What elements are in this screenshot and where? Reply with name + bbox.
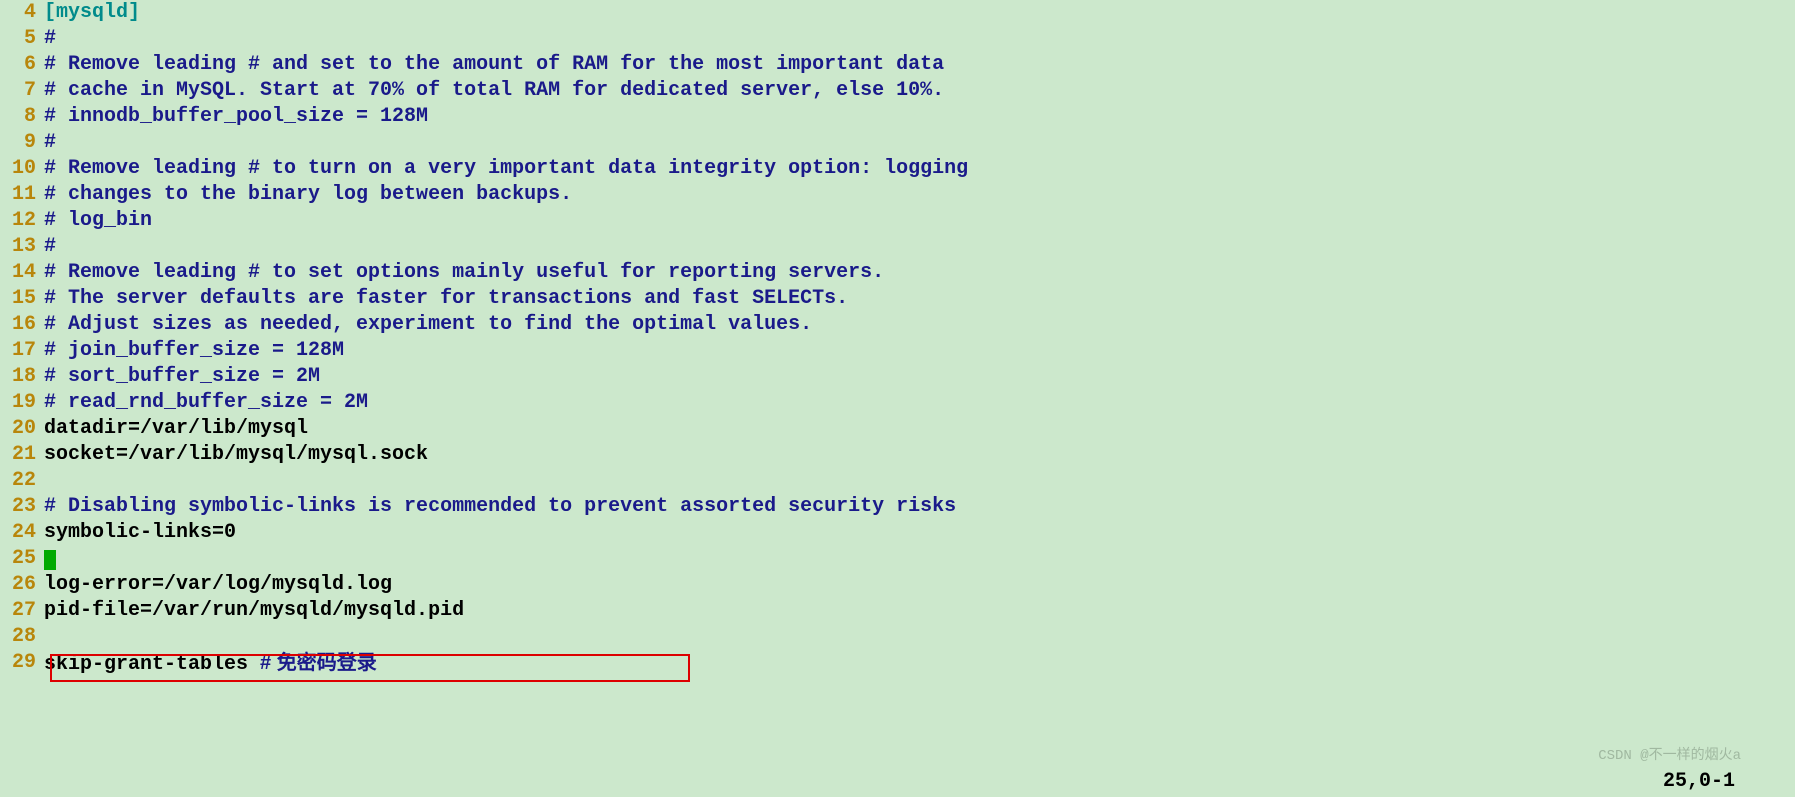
line-content: symbolic-links=0 bbox=[44, 520, 236, 546]
line-content: # sort_buffer_size = 2M bbox=[44, 364, 1795, 390]
code-line[interactable]: 9# bbox=[0, 130, 1795, 156]
line-content: # changes to the binary log between back… bbox=[44, 182, 1795, 208]
line-content: # bbox=[44, 130, 1795, 156]
line-number: 9 bbox=[0, 130, 44, 156]
line-number: 12 bbox=[0, 208, 44, 234]
code-line[interactable]: 28 bbox=[0, 624, 1795, 650]
line-number: 15 bbox=[0, 286, 44, 312]
line-number: 21 bbox=[0, 442, 44, 468]
line-number: 23 bbox=[0, 494, 44, 520]
code-line[interactable]: 16# Adjust sizes as needed, experiment t… bbox=[0, 312, 1795, 338]
line-content: # Remove leading # to set options mainly… bbox=[44, 260, 1795, 286]
code-line[interactable]: 17# join_buffer_size = 128M bbox=[0, 338, 1795, 364]
line-content: # cache in MySQL. Start at 70% of total … bbox=[44, 78, 1795, 104]
line-content: # Disabling symbolic-links is recommende… bbox=[44, 494, 1795, 520]
line-content: # Adjust sizes as needed, experiment to … bbox=[44, 312, 1795, 338]
line-content: pid-file=/var/run/mysqld/mysqld.pid bbox=[44, 598, 464, 624]
line-content: # Remove leading # to turn on a very imp… bbox=[44, 156, 1795, 182]
line-content: # join_buffer_size = 128M bbox=[44, 338, 1795, 364]
line-content: # innodb_buffer_pool_size = 128M bbox=[44, 104, 1795, 130]
line-number: 19 bbox=[0, 390, 44, 416]
line-content: # bbox=[44, 26, 1795, 52]
code-line[interactable]: 18# sort_buffer_size = 2M bbox=[0, 364, 1795, 390]
line-content: log-error=/var/log/mysqld.log bbox=[44, 572, 392, 598]
code-line[interactable]: 25 bbox=[0, 546, 1795, 572]
code-line[interactable]: 6# Remove leading # and set to the amoun… bbox=[0, 52, 1795, 78]
line-number: 6 bbox=[0, 52, 44, 78]
line-number: 10 bbox=[0, 156, 44, 182]
line-content bbox=[44, 546, 56, 572]
code-line[interactable]: 10# Remove leading # to turn on a very i… bbox=[0, 156, 1795, 182]
code-line[interactable]: 13# bbox=[0, 234, 1795, 260]
line-number: 26 bbox=[0, 572, 44, 598]
line-number: 4 bbox=[0, 0, 44, 26]
line-number: 27 bbox=[0, 598, 44, 624]
code-line[interactable]: 24symbolic-links=0 bbox=[0, 520, 1795, 546]
line-number: 5 bbox=[0, 26, 44, 52]
code-line[interactable]: 29skip-grant-tables # 免密码登录 bbox=[0, 650, 1795, 678]
line-content: # bbox=[44, 234, 1795, 260]
line-content: # The server defaults are faster for tra… bbox=[44, 286, 1795, 312]
code-line[interactable]: 15# The server defaults are faster for t… bbox=[0, 286, 1795, 312]
code-line[interactable]: 27pid-file=/var/run/mysqld/mysqld.pid bbox=[0, 598, 1795, 624]
line-number: 28 bbox=[0, 624, 44, 650]
line-number: 16 bbox=[0, 312, 44, 338]
code-line[interactable]: 12# log_bin bbox=[0, 208, 1795, 234]
line-number: 17 bbox=[0, 338, 44, 364]
line-number: 22 bbox=[0, 468, 44, 494]
line-number: 24 bbox=[0, 520, 44, 546]
code-editor[interactable]: 4[mysqld]5#6# Remove leading # and set t… bbox=[0, 0, 1795, 678]
line-number: 20 bbox=[0, 416, 44, 442]
code-line[interactable]: 26log-error=/var/log/mysqld.log bbox=[0, 572, 1795, 598]
line-number: 29 bbox=[0, 650, 44, 676]
line-content: [mysqld] bbox=[44, 0, 140, 26]
line-content: # log_bin bbox=[44, 208, 1795, 234]
line-content: # Remove leading # and set to the amount… bbox=[44, 52, 1795, 78]
vim-status-position: 25,0-1 bbox=[1663, 769, 1735, 795]
line-content: skip-grant-tables # 免密码登录 bbox=[44, 650, 377, 678]
code-line[interactable]: 8# innodb_buffer_pool_size = 128M bbox=[0, 104, 1795, 130]
line-number: 14 bbox=[0, 260, 44, 286]
code-line[interactable]: 19# read_rnd_buffer_size = 2M bbox=[0, 390, 1795, 416]
code-line[interactable]: 21socket=/var/lib/mysql/mysql.sock bbox=[0, 442, 1795, 468]
line-content: datadir=/var/lib/mysql bbox=[44, 416, 308, 442]
code-line[interactable]: 5# bbox=[0, 26, 1795, 52]
code-line[interactable]: 7# cache in MySQL. Start at 70% of total… bbox=[0, 78, 1795, 104]
line-number: 7 bbox=[0, 78, 44, 104]
line-number: 13 bbox=[0, 234, 44, 260]
line-comment: # 免密码登录 bbox=[260, 652, 377, 674]
line-content: # read_rnd_buffer_size = 2M bbox=[44, 390, 1795, 416]
line-number: 25 bbox=[0, 546, 44, 572]
line-content: socket=/var/lib/mysql/mysql.sock bbox=[44, 442, 428, 468]
code-line[interactable]: 14# Remove leading # to set options main… bbox=[0, 260, 1795, 286]
line-number: 11 bbox=[0, 182, 44, 208]
line-number: 8 bbox=[0, 104, 44, 130]
code-line[interactable]: 23# Disabling symbolic-links is recommen… bbox=[0, 494, 1795, 520]
line-number: 18 bbox=[0, 364, 44, 390]
code-line[interactable]: 11# changes to the binary log between ba… bbox=[0, 182, 1795, 208]
watermark-text: CSDN @不一样的烟火a bbox=[1598, 743, 1741, 769]
code-line[interactable]: 20datadir=/var/lib/mysql bbox=[0, 416, 1795, 442]
cursor-icon bbox=[44, 550, 56, 570]
code-line[interactable]: 4[mysqld] bbox=[0, 0, 1795, 26]
code-line[interactable]: 22 bbox=[0, 468, 1795, 494]
